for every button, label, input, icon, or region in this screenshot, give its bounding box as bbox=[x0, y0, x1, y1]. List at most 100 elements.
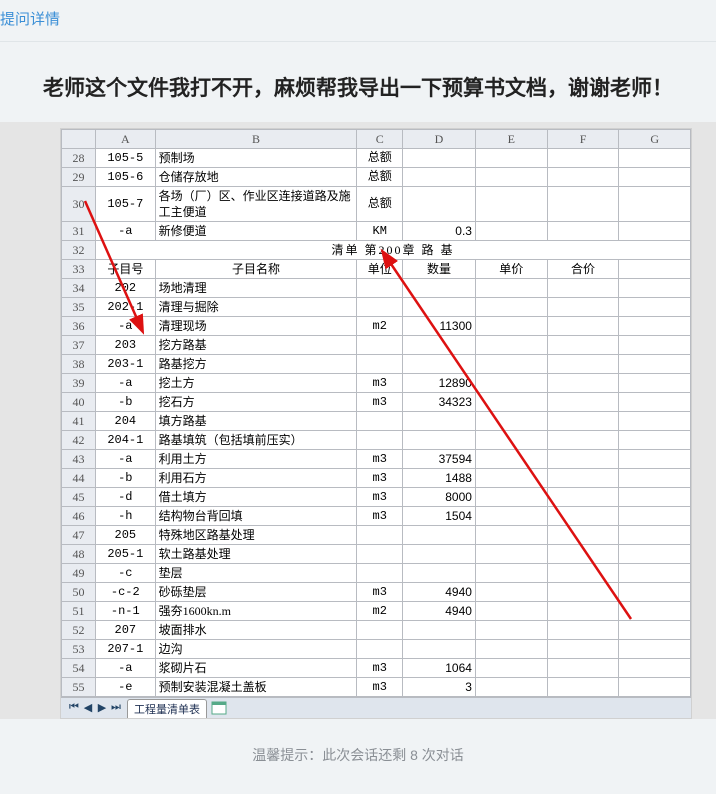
cell[interactable] bbox=[619, 317, 691, 336]
cell[interactable]: 特殊地区路基处理 bbox=[155, 526, 357, 545]
row-header[interactable]: 35 bbox=[62, 298, 96, 317]
row-header[interactable]: 44 bbox=[62, 469, 96, 488]
cell[interactable]: 浆砌片石 bbox=[155, 659, 357, 678]
cell[interactable] bbox=[547, 564, 619, 583]
cell[interactable]: 总额 bbox=[357, 168, 403, 187]
cell[interactable] bbox=[402, 298, 475, 317]
cell[interactable] bbox=[402, 279, 475, 298]
cell[interactable] bbox=[547, 279, 619, 298]
cell[interactable] bbox=[475, 507, 547, 526]
cell[interactable] bbox=[357, 412, 403, 431]
cell[interactable]: -a bbox=[96, 317, 156, 336]
cell[interactable] bbox=[619, 187, 691, 222]
cell[interactable] bbox=[475, 640, 547, 659]
col-header[interactable]: B bbox=[155, 130, 357, 149]
row-header[interactable]: 28 bbox=[62, 149, 96, 168]
cell[interactable]: 1488 bbox=[402, 469, 475, 488]
cell[interactable] bbox=[475, 583, 547, 602]
cell[interactable] bbox=[547, 298, 619, 317]
cell[interactable]: -a bbox=[96, 450, 156, 469]
cell[interactable]: 清理与掘除 bbox=[155, 298, 357, 317]
cell[interactable]: 路基挖方 bbox=[155, 355, 357, 374]
cell[interactable] bbox=[619, 545, 691, 564]
row-header[interactable]: 40 bbox=[62, 393, 96, 412]
row-header[interactable]: 47 bbox=[62, 526, 96, 545]
cell[interactable]: 预制场 bbox=[155, 149, 357, 168]
cell[interactable] bbox=[475, 374, 547, 393]
cell[interactable] bbox=[619, 564, 691, 583]
cell[interactable]: 0.3 bbox=[402, 222, 475, 241]
cell[interactable]: m2 bbox=[357, 602, 403, 621]
breadcrumb[interactable]: 提问详情 bbox=[0, 0, 716, 41]
cell[interactable] bbox=[547, 317, 619, 336]
cell[interactable] bbox=[547, 659, 619, 678]
row-header[interactable]: 42 bbox=[62, 431, 96, 450]
cell[interactable]: 1064 bbox=[402, 659, 475, 678]
cell[interactable]: -b bbox=[96, 393, 156, 412]
cell[interactable]: m3 bbox=[357, 659, 403, 678]
cell[interactable] bbox=[357, 298, 403, 317]
nav-next-icon[interactable]: ▶ bbox=[95, 701, 109, 715]
row-header[interactable]: 31 bbox=[62, 222, 96, 241]
cell[interactable] bbox=[475, 526, 547, 545]
cell[interactable] bbox=[357, 640, 403, 659]
cell[interactable] bbox=[402, 564, 475, 583]
cell[interactable] bbox=[619, 336, 691, 355]
cell[interactable] bbox=[357, 431, 403, 450]
cell[interactable] bbox=[547, 602, 619, 621]
cell[interactable] bbox=[357, 336, 403, 355]
cell[interactable]: 清理现场 bbox=[155, 317, 357, 336]
cell[interactable] bbox=[475, 279, 547, 298]
row-header[interactable]: 51 bbox=[62, 602, 96, 621]
cell[interactable]: m3 bbox=[357, 678, 403, 697]
cell[interactable] bbox=[619, 431, 691, 450]
cell[interactable] bbox=[547, 640, 619, 659]
cell[interactable]: -c-2 bbox=[96, 583, 156, 602]
cell[interactable]: -d bbox=[96, 488, 156, 507]
row-header[interactable]: 46 bbox=[62, 507, 96, 526]
cell[interactable] bbox=[547, 336, 619, 355]
cell[interactable]: 垫层 bbox=[155, 564, 357, 583]
cell[interactable] bbox=[619, 374, 691, 393]
cell[interactable]: 强夯1600kn.m bbox=[155, 602, 357, 621]
cell[interactable] bbox=[619, 488, 691, 507]
cell[interactable]: 204 bbox=[96, 412, 156, 431]
cell[interactable]: 边沟 bbox=[155, 640, 357, 659]
cell[interactable]: 坡面排水 bbox=[155, 621, 357, 640]
cell[interactable] bbox=[619, 678, 691, 697]
cell[interactable]: 各场（厂）区、作业区连接道路及施工主便道 bbox=[155, 187, 357, 222]
cell[interactable] bbox=[619, 222, 691, 241]
cell[interactable] bbox=[619, 149, 691, 168]
cell[interactable] bbox=[357, 545, 403, 564]
row-header[interactable]: 30 bbox=[62, 187, 96, 222]
cell[interactable] bbox=[475, 564, 547, 583]
cell[interactable] bbox=[475, 412, 547, 431]
cell[interactable] bbox=[357, 355, 403, 374]
cell[interactable]: 204-1 bbox=[96, 431, 156, 450]
cell[interactable]: m3 bbox=[357, 507, 403, 526]
row-header[interactable]: 53 bbox=[62, 640, 96, 659]
cell[interactable] bbox=[619, 507, 691, 526]
cell[interactable] bbox=[475, 187, 547, 222]
cell[interactable]: -b bbox=[96, 469, 156, 488]
cell[interactable] bbox=[547, 583, 619, 602]
cell[interactable] bbox=[475, 393, 547, 412]
cell[interactable] bbox=[475, 222, 547, 241]
cell[interactable]: 203 bbox=[96, 336, 156, 355]
cell[interactable]: 203-1 bbox=[96, 355, 156, 374]
cell[interactable] bbox=[547, 507, 619, 526]
cell[interactable]: 8000 bbox=[402, 488, 475, 507]
cell[interactable] bbox=[619, 621, 691, 640]
row-header[interactable]: 37 bbox=[62, 336, 96, 355]
cell[interactable] bbox=[547, 469, 619, 488]
cell[interactable]: KM bbox=[357, 222, 403, 241]
cell[interactable]: m3 bbox=[357, 393, 403, 412]
cell[interactable] bbox=[619, 412, 691, 431]
cell[interactable] bbox=[357, 526, 403, 545]
cell[interactable]: 105-6 bbox=[96, 168, 156, 187]
cell[interactable] bbox=[547, 488, 619, 507]
cell[interactable] bbox=[475, 621, 547, 640]
cell[interactable] bbox=[547, 621, 619, 640]
cell[interactable] bbox=[547, 450, 619, 469]
row-header[interactable]: 49 bbox=[62, 564, 96, 583]
